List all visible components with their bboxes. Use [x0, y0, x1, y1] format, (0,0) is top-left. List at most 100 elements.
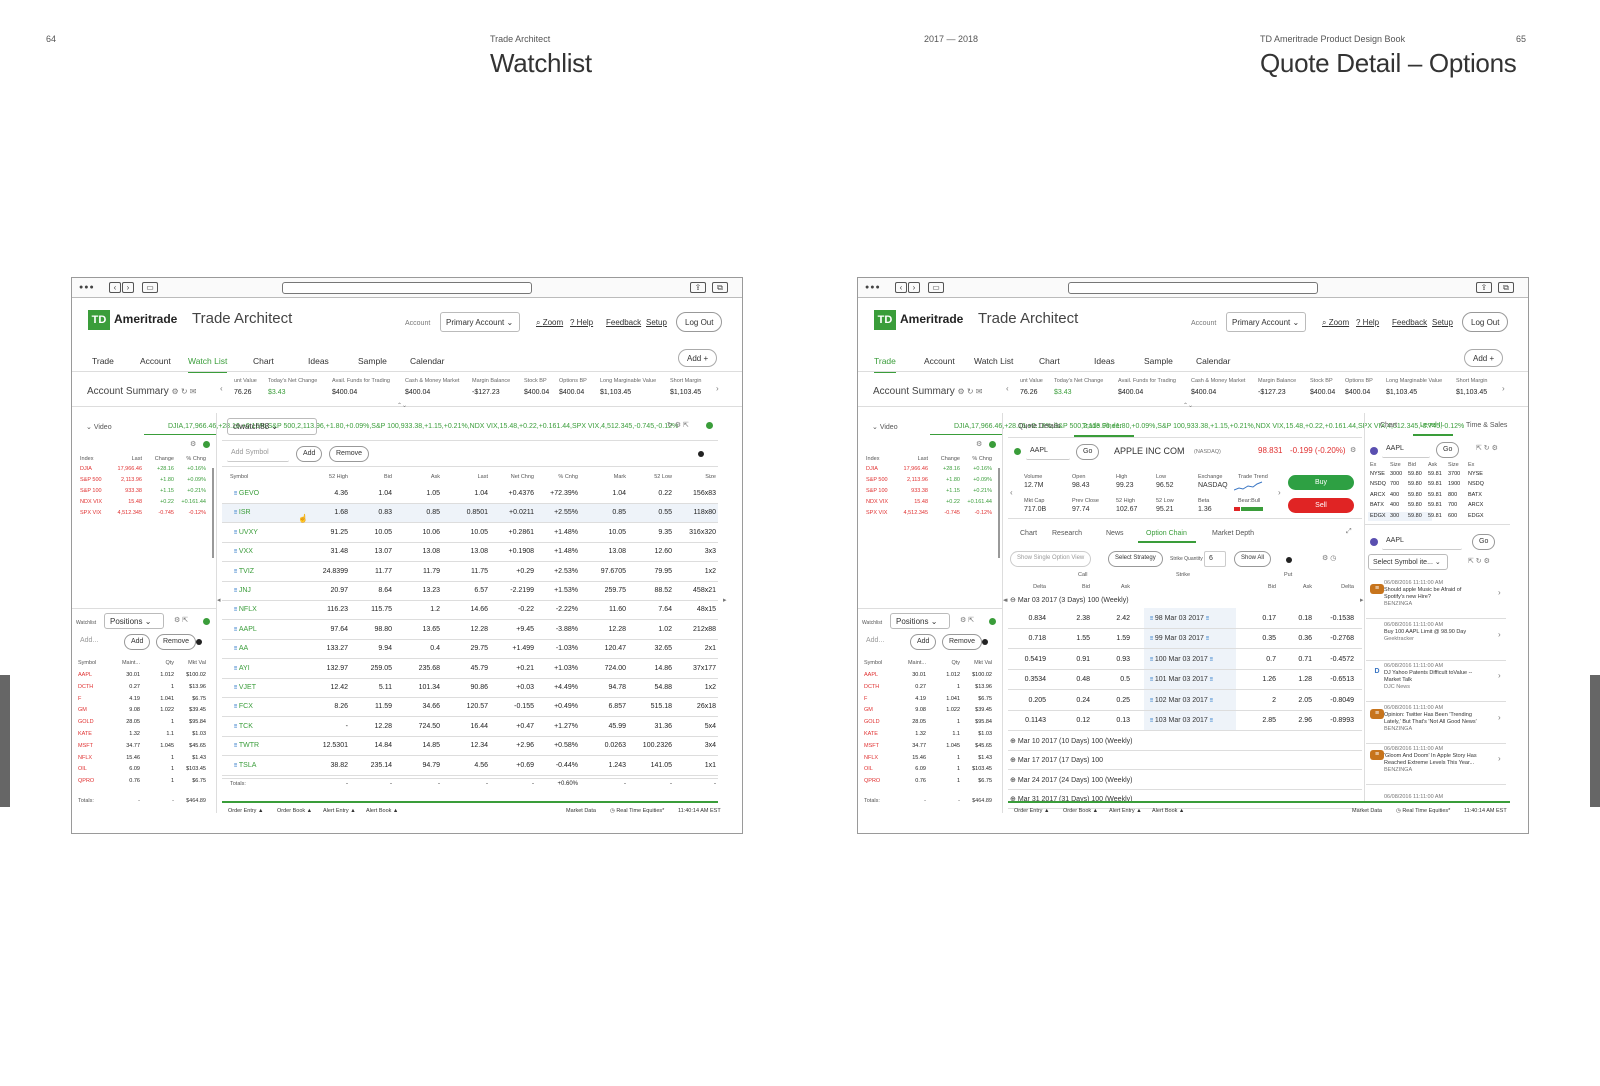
tab-time-sales[interactable]: Time & Sales	[1466, 422, 1507, 429]
remove-symbol-button[interactable]: Remove	[329, 446, 370, 462]
news-headline[interactable]: DJ Yahoo Patents Difficult toValue --	[1384, 670, 1472, 676]
link-dot[interactable]	[1370, 538, 1378, 546]
share-icon[interactable]: ⇪	[1476, 282, 1492, 293]
logout-button[interactable]: Log Out	[676, 312, 723, 332]
add-button[interactable]: Add +	[678, 349, 718, 367]
call-cell[interactable]: 1.55	[1058, 635, 1090, 642]
collapse-right-icon[interactable]: ▸	[723, 596, 727, 604]
back-icon[interactable]: ‹	[109, 282, 121, 293]
select-symbol-dropdown[interactable]: Select Symbol ite... ⌄	[1368, 554, 1448, 570]
chart-icon[interactable]: ⩩	[1210, 657, 1213, 663]
table-row-symbol[interactable]: ⩩ TCK	[234, 723, 253, 731]
add-symbol-input[interactable]: Add Symbol	[227, 446, 289, 462]
table-row-symbol[interactable]: ⩩ JNJ	[234, 587, 251, 595]
add-symbol-input[interactable]: Add...	[862, 634, 904, 650]
select-strategy-button[interactable]: Select Strategy	[1108, 551, 1163, 567]
index-symbol[interactable]: NDX VIX	[866, 499, 888, 505]
sidebar-icon[interactable]: ▭	[142, 282, 158, 293]
level2-symbol-input[interactable]: AAPL	[1382, 442, 1430, 458]
table-row-symbol[interactable]: ⩩ GEVO	[234, 490, 259, 498]
chevron-right-icon[interactable]: ›	[1498, 754, 1501, 763]
position-symbol[interactable]: NFLX	[864, 755, 878, 761]
call-cell[interactable]: 2.42	[1098, 615, 1130, 622]
alert-entry-tab[interactable]: Alert Entry ▲	[323, 808, 356, 814]
scrollbar[interactable]	[998, 468, 1000, 558]
index-symbol[interactable]: S&P 500	[866, 477, 888, 483]
column-header[interactable]: Size	[676, 474, 716, 480]
position-symbol[interactable]: KATE	[78, 731, 92, 737]
chevron-right-icon[interactable]: ›	[1498, 671, 1501, 680]
nav-sample[interactable]: Sample	[1144, 356, 1173, 366]
show-single-option-button[interactable]: Show Single Option View	[1010, 551, 1092, 567]
column-header[interactable]: Net Chng	[494, 474, 534, 480]
position-symbol[interactable]: DCTH	[78, 684, 93, 690]
news-headline[interactable]: Buy 100 AAPL Limit @ 98.90 Day	[1384, 629, 1466, 635]
column-header[interactable]: Last	[448, 474, 488, 480]
nav-ideas[interactable]: Ideas	[308, 356, 329, 366]
forward-icon[interactable]: ›	[122, 282, 134, 293]
position-symbol[interactable]: GM	[78, 707, 87, 713]
table-row-symbol[interactable]: ⩩ FCX	[234, 703, 253, 711]
call-cell[interactable]: 0.48	[1058, 676, 1090, 683]
position-symbol[interactable]: F	[864, 696, 867, 702]
column-header[interactable]: Symbol	[230, 474, 248, 480]
alert-book-tab[interactable]: Alert Book ▲	[1152, 808, 1184, 814]
strike-cell[interactable]: ⩩ 103 Mar 03 2017 ⩩	[1150, 717, 1213, 725]
gear-icon[interactable]: ⚙ ⇱	[174, 616, 188, 624]
table-row-symbol[interactable]: ⩩ TVIZ	[234, 568, 254, 576]
news-headline[interactable]: Market Talk	[1384, 677, 1412, 683]
strike-cell[interactable]: ⩩ 101 Mar 03 2017 ⩩	[1150, 676, 1213, 684]
subtab-market-depth[interactable]: Market Depth	[1212, 530, 1254, 537]
put-cell[interactable]: 2.85	[1242, 717, 1276, 724]
position-symbol[interactable]: QPRO	[864, 778, 880, 784]
setup-link[interactable]: Setup	[1432, 318, 1453, 327]
help-link[interactable]: ? Help	[1356, 318, 1379, 327]
put-cell[interactable]: 0.17	[1242, 615, 1276, 622]
zoom-link[interactable]: ⌕ Zoom	[1322, 318, 1349, 328]
gear-icon[interactable]: ⚙ ⇱	[960, 616, 974, 624]
strike-cell[interactable]: ⩩ 102 Mar 03 2017 ⩩	[1150, 697, 1213, 705]
nav-ideas[interactable]: Ideas	[1094, 356, 1115, 366]
position-symbol[interactable]: MSFT	[864, 743, 879, 749]
positions-select[interactable]: Positions ⌄	[890, 613, 950, 629]
symbol-input[interactable]: AAPL	[1026, 444, 1070, 460]
logout-button[interactable]: Log Out	[1462, 312, 1509, 332]
remove-position-button[interactable]: Remove	[942, 634, 983, 650]
put-cell[interactable]: -0.8049	[1318, 697, 1354, 704]
chevron-right-icon[interactable]: ›	[1278, 488, 1281, 497]
column-header[interactable]: 52 High	[308, 474, 348, 480]
position-symbol[interactable]: OIL	[864, 766, 873, 772]
strike-cell[interactable]: ⩩ 98 Mar 03 2017 ⩩	[1150, 615, 1209, 623]
nav-trade[interactable]: Trade	[92, 356, 114, 366]
table-row-symbol[interactable]: ⩩ TWTR	[234, 742, 259, 750]
call-cell[interactable]: 0.5419	[1010, 656, 1046, 663]
remove-position-button[interactable]: Remove	[156, 634, 197, 650]
scroll-right-icon[interactable]: ›	[1502, 384, 1505, 393]
scroll-left-icon[interactable]: ‹	[1006, 384, 1009, 393]
call-cell[interactable]: 0.93	[1098, 656, 1130, 663]
put-cell[interactable]: -0.6513	[1318, 676, 1354, 683]
subtab-research[interactable]: Research	[1052, 530, 1082, 537]
tab-level-ii[interactable]: Level II	[1420, 422, 1443, 429]
setup-link[interactable]: Setup	[646, 318, 667, 327]
buy-button[interactable]: Buy	[1288, 475, 1354, 490]
position-symbol[interactable]: F	[78, 696, 81, 702]
go-button[interactable]: Go	[1076, 444, 1100, 460]
index-symbol[interactable]: S&P 500	[80, 477, 102, 483]
help-link[interactable]: ? Help	[570, 318, 593, 327]
position-symbol[interactable]: MSFT	[78, 743, 93, 749]
index-symbol[interactable]: DJIA	[866, 466, 878, 472]
index-symbol[interactable]: SPX VIX	[866, 510, 887, 516]
nav-chart[interactable]: Chart	[1039, 356, 1060, 366]
order-entry-tab[interactable]: Order Entry ▲	[1014, 808, 1049, 814]
add-button[interactable]: Add +	[1464, 349, 1504, 367]
table-row-symbol[interactable]: ⩩ TSLA	[234, 762, 256, 770]
put-cell[interactable]: 0.7	[1242, 656, 1276, 663]
account-select[interactable]: Primary Account ⌄	[440, 312, 520, 332]
position-symbol[interactable]: KATE	[864, 731, 878, 737]
share-icon[interactable]: ⇪	[690, 282, 706, 293]
call-cell[interactable]: 0.25	[1098, 697, 1130, 704]
call-cell[interactable]: 1.59	[1098, 635, 1130, 642]
tab-chart[interactable]: Chart	[1380, 422, 1397, 429]
watchlist-select[interactable]: ctwatch88 ⌄	[227, 418, 317, 435]
